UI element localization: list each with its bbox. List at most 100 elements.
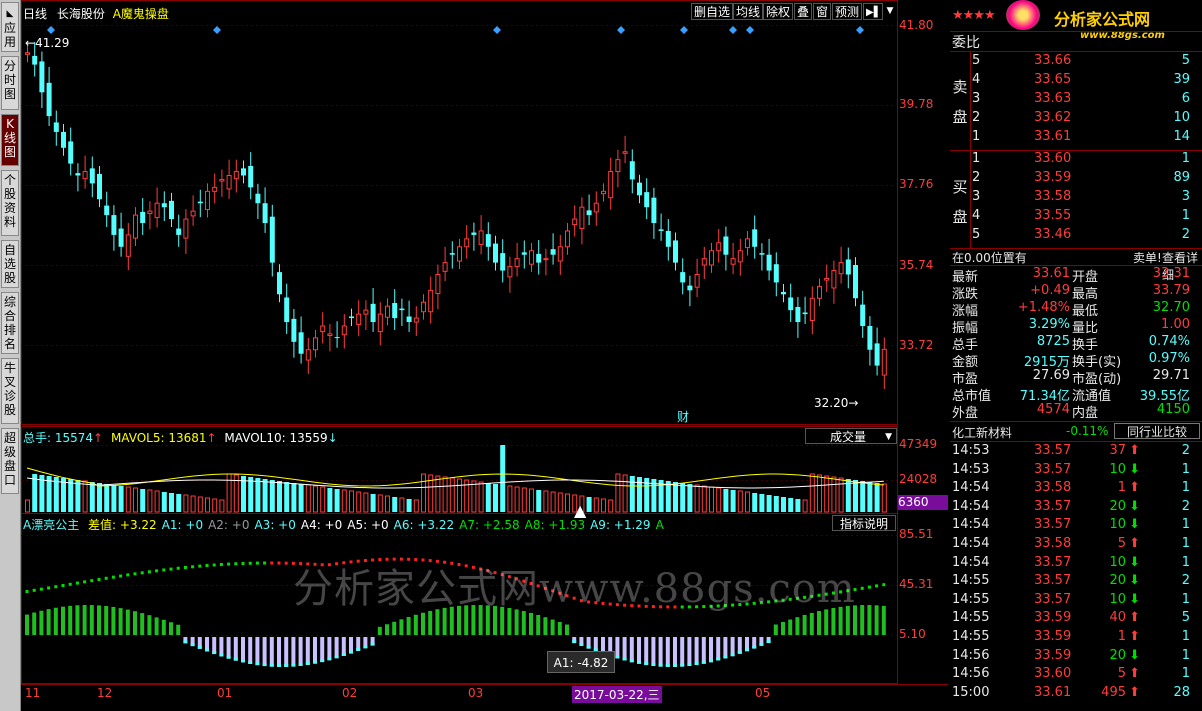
histogram-bar-tip [248,660,253,664]
volume-bar-down [773,496,779,512]
volume-bars [25,445,887,513]
period-label[interactable]: 日线 [23,7,47,21]
tab-ranking[interactable]: 综合排名 [1,292,19,354]
candle-body-down [795,306,801,323]
quote-row[interactable]: 总市值 71.34亿 流通值 39.55亿 [950,385,1202,404]
volume-bar-up [154,490,160,513]
quote-row[interactable]: 最新 33.61 开盘 33.31 [950,266,1202,285]
sell-single-link[interactable]: 卖单! [1133,249,1162,266]
candlesticks [25,42,887,389]
forecast-button[interactable]: 预测 [832,3,863,20]
caret-down-icon[interactable]: ▼ [883,3,897,20]
candle-body-down [334,337,340,339]
buy-row[interactable]: 3 33.58 3 [950,189,1202,207]
tick-row[interactable]: 14:54 33.57 10 ⬇ 1 [950,517,1202,535]
volume-bar-up [305,484,311,513]
tick-row[interactable]: 14:54 33.57 10 ⬇ 1 [950,555,1202,573]
quote-row[interactable]: 外盘 4574 内盘 4150 [950,402,1202,421]
quote-row[interactable]: 金额 2915万 换手(实) 0.97% [950,351,1202,370]
ex-rights-button[interactable]: 除权 [763,3,794,20]
tick-row[interactable]: 14:54 33.58 1 ⬆ 1 [950,480,1202,498]
tick-row[interactable]: 14:56 33.60 5 ⬆ 1 [950,666,1202,684]
industry-compare-button[interactable]: 同行业比较 [1114,423,1200,439]
finance-marker[interactable]: 财 [677,408,689,425]
histogram-bar-positive [89,605,94,635]
indicator-tick: 45.31 [899,577,934,591]
buy-row[interactable]: 5 33.46 2 [950,227,1202,245]
quote-row[interactable]: 涨跌 +0.49 最高 33.79 [950,283,1202,302]
histogram-bar-positive [521,611,526,635]
histogram-bar-negative [291,637,296,667]
quote-row[interactable]: 涨幅 +1.48% 最低 32.70 [950,300,1202,319]
industry-name[interactable]: 化工新材料 [952,424,1012,441]
volume-bar-up [543,490,549,513]
tick-row[interactable]: 14:54 33.58 5 ⬆ 1 [950,536,1202,554]
candle-body-down [781,291,786,295]
tab-intraday[interactable]: 分时图 [1,56,19,110]
tick-volume: 20 [1109,573,1126,589]
tick-row[interactable]: 14:54 33.57 20 ⬇ 2 [950,499,1202,517]
tick-row[interactable]: 14:53 33.57 37 ⬆ 2 [950,443,1202,461]
candle-body-down [89,168,95,184]
sell-row[interactable]: 2 33.62 10 [950,110,1202,128]
indicator-dot [263,561,267,565]
tick-row[interactable]: 14:55 33.59 40 ⬆ 5 [950,610,1202,628]
buy-row[interactable]: 1 33.60 1 [950,151,1202,169]
remove-watchlist-button[interactable]: 删自选 [691,3,734,20]
volume-bar-down [291,483,297,512]
volume-bar-up [457,478,462,513]
volume-bar-down [752,493,758,512]
window-button[interactable]: 窗 [813,3,832,20]
tab-diagnosis[interactable]: 牛叉诊股 [1,358,19,424]
price: 33.66 [1034,53,1072,68]
candle-body-up [507,266,513,278]
tick-row[interactable]: 14:55 33.57 10 ⬇ 1 [950,592,1202,610]
indicator-dot [882,583,886,587]
price: 33.46 [1034,227,1072,242]
tick-row[interactable]: 14:55 33.57 20 ⬇ 2 [950,573,1202,591]
play-step-icon[interactable]: ▶▌ [863,3,883,20]
formula-name[interactable]: A魔鬼操盘 [113,7,169,21]
sell-row[interactable]: 1 33.61 14 [950,129,1202,147]
ma-button[interactable]: 均线 [733,3,764,20]
tick-row[interactable]: 14:53 33.57 10 ⬇ 1 [950,462,1202,480]
quote-row[interactable]: 振幅 3.29% 量比 1.00 [950,317,1202,336]
sell-row[interactable]: 4 33.65 39 [950,72,1202,90]
tab-super-panel[interactable]: 超级盘口 [1,428,19,494]
indicator-title[interactable]: A漂亮公主 [23,518,79,532]
tab-watchlist[interactable]: 自选股 [1,240,19,288]
volume-bar-up [831,476,837,513]
indicator-selector[interactable]: 成交量 ▼ [805,428,897,444]
indicator-value: A6: +3.22 [393,518,455,532]
sell-row[interactable]: 5 33.66 5 [950,53,1202,71]
quote-row[interactable]: 总手 8725 换手 0.74% [950,334,1202,353]
tick-volume: 10 [1109,591,1126,607]
candle-body-up [183,218,189,239]
tab-apps[interactable]: ◣ 应用 [1,2,19,52]
tab-kline[interactable]: K线图 [1,114,19,166]
candle-body-up [190,210,196,217]
tab-stock-info[interactable]: 个股资料 [1,170,19,236]
histogram-bar-tip [637,660,641,664]
quote-value: 3.29% [1028,317,1070,332]
kline-chart-area[interactable]: 日线 长海股份 A魔鬼操盘 删自选 均线 除权 叠 窗 预测 ▶▌ ▼ 41.8… [21,0,948,711]
buy-row[interactable]: 4 33.55 1 [950,208,1202,226]
price-tick: 37.76 [899,177,934,191]
tick-row[interactable]: 14:56 33.59 20 ⬇ 1 [950,648,1202,666]
histogram-bar-tip [680,663,685,667]
candle-body-up [313,337,318,351]
quote-row[interactable]: 市盈 27.69 市盈(动) 29.71 [950,368,1202,387]
buy-row[interactable]: 2 33.59 89 [950,170,1202,188]
tick-price: 33.57 [1034,498,1072,514]
sell-row[interactable]: 3 33.63 6 [950,91,1202,109]
overlay-button[interactable]: 叠 [794,3,813,20]
indicator-help-button[interactable]: 指标说明 [832,515,896,531]
histogram-bar-positive [773,624,778,635]
candle-body-down [291,318,297,342]
level: 3 [972,189,981,204]
signal-diamond [856,26,864,34]
tick-row[interactable]: 15:00 33.61 495 ⬆ 28 [950,685,1202,703]
indicator-header: A漂亮公主 差值: +3.22 A1: +0 A2: +0 A3: +0 A4: +0 A… [23,516,664,533]
candle-body-up [133,214,138,239]
tick-row[interactable]: 14:55 33.59 1 ⬆ 1 [950,629,1202,647]
